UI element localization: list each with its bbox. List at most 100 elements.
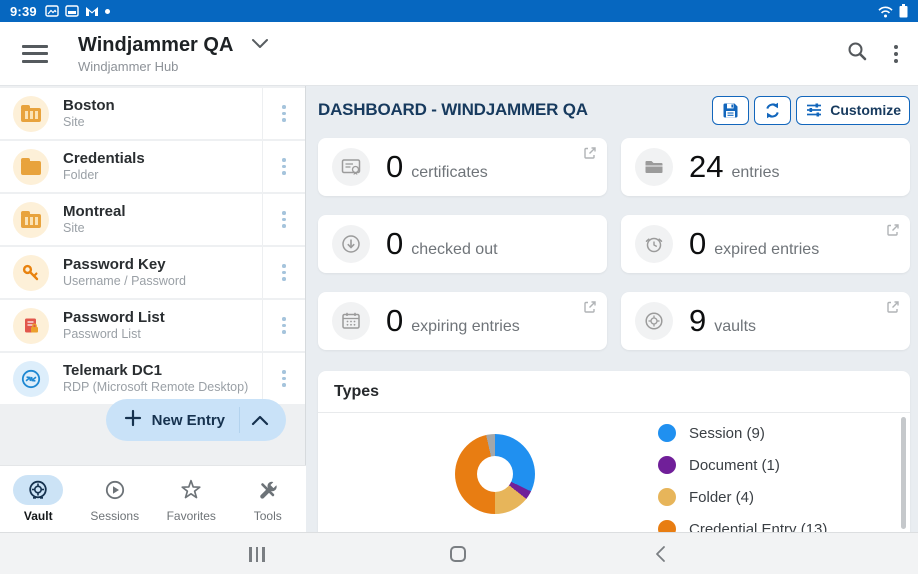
- dashboard-header: DASHBOARD - WINDJAMMER QA Customize: [318, 92, 910, 128]
- open-external-icon[interactable]: [886, 300, 900, 319]
- gmail-icon: [85, 5, 99, 17]
- legend-label: Credential Entry (13): [689, 520, 828, 533]
- entries-folder-icon: [635, 148, 673, 186]
- card-checked-out[interactable]: 0 checked out: [318, 215, 607, 273]
- legend-item[interactable]: Credential Entry (13): [658, 513, 827, 532]
- tab-label: Vault: [23, 509, 53, 523]
- entry-subtitle: Site: [63, 115, 85, 129]
- tab-favorites[interactable]: Favorites: [153, 466, 230, 532]
- clock: 9:39: [10, 3, 37, 19]
- menu-icon[interactable]: [22, 44, 48, 63]
- hub-subtitle: Windjammer Hub: [78, 58, 179, 74]
- entry-title: Password List: [63, 309, 165, 326]
- tab-label: Sessions: [90, 509, 140, 523]
- back-icon[interactable]: [630, 533, 690, 574]
- entry-title: Password Key: [63, 256, 166, 273]
- tab-label: Favorites: [166, 509, 216, 523]
- dashboard-title: DASHBOARD - WINDJAMMER QA: [318, 100, 588, 119]
- chart-title: Types: [334, 382, 380, 400]
- types-header: Types: [318, 371, 910, 413]
- entry-list: Boston Site Credentials Folder Montreal …: [0, 86, 305, 404]
- chevron-down-icon[interactable]: [251, 36, 269, 54]
- sim-icon: [65, 5, 79, 17]
- sidebar-item-password-key[interactable]: Password Key Username / Password: [0, 247, 305, 298]
- entry-title: Telemark DC1: [63, 362, 162, 379]
- favorites-tab-icon: [166, 475, 216, 505]
- customize-button[interactable]: Customize: [796, 95, 910, 125]
- new-entry-button[interactable]: New Entry: [105, 399, 286, 441]
- wifi-icon: [877, 5, 894, 18]
- legend-item[interactable]: Session (9): [658, 417, 827, 449]
- site-folder-icon: [13, 95, 49, 132]
- tab-sessions[interactable]: Sessions: [77, 466, 154, 532]
- item-overflow-menu[interactable]: [262, 247, 305, 298]
- notification-dot-icon: [104, 8, 110, 14]
- card-certificates[interactable]: 0 certificates: [318, 138, 607, 196]
- scrollbar[interactable]: [901, 417, 906, 529]
- card-expired-entries[interactable]: 0 expired entries: [621, 215, 910, 273]
- item-overflow-menu[interactable]: [262, 88, 305, 139]
- vault-icon: [635, 302, 673, 340]
- item-overflow-menu[interactable]: [262, 194, 305, 245]
- stat-label: checked out: [411, 241, 498, 258]
- certificate-icon: [332, 148, 370, 186]
- refresh-button[interactable]: [754, 95, 792, 125]
- card-vaults[interactable]: 9 vaults: [621, 292, 910, 350]
- stat-value: 0: [386, 303, 404, 338]
- sidebar-item-boston[interactable]: Boston Site: [0, 88, 305, 139]
- sessions-tab-icon: [90, 475, 140, 505]
- entry-subtitle: Folder: [63, 168, 99, 182]
- new-entry-label: New Entry: [151, 411, 225, 429]
- save-button[interactable]: [712, 95, 750, 125]
- item-overflow-menu[interactable]: [262, 300, 305, 351]
- alarm-icon: [635, 225, 673, 263]
- legend-dot: [658, 520, 676, 532]
- stat-label: entries: [731, 164, 780, 181]
- site-folder-icon: [13, 201, 49, 238]
- bottom-nav: Vault Sessions Favorites Tools: [0, 465, 306, 532]
- legend-label: Document (1): [689, 456, 780, 474]
- chevron-up-icon[interactable]: [240, 415, 280, 426]
- sidebar-item-telemark-dc1[interactable]: Telemark DC1 RDP (Microsoft Remote Deskt…: [0, 353, 305, 404]
- open-external-icon[interactable]: [583, 300, 597, 319]
- vault-title: Windjammer QA: [78, 33, 234, 56]
- screenshot-icon: [45, 5, 59, 17]
- stat-value: 0: [689, 226, 707, 261]
- sidebar-item-password-list[interactable]: Password List Password List: [0, 300, 305, 351]
- item-overflow-menu[interactable]: [262, 353, 305, 404]
- card-entries[interactable]: 24 entries: [621, 138, 910, 196]
- open-external-icon[interactable]: [583, 146, 597, 165]
- dashboard-panel: DASHBOARD - WINDJAMMER QA Customize 0 ce…: [306, 86, 918, 532]
- stat-cards: 0 certificates 24 entries 0 checked out …: [318, 138, 910, 350]
- search-icon[interactable]: [846, 40, 868, 67]
- legend-dot: [658, 456, 676, 474]
- stat-value: 9: [689, 303, 707, 338]
- legend-item[interactable]: Folder (4): [658, 481, 827, 513]
- card-expiring-entries[interactable]: 0 expiring entries: [318, 292, 607, 350]
- tab-tools[interactable]: Tools: [230, 466, 307, 532]
- item-overflow-menu[interactable]: [262, 141, 305, 192]
- check-out-icon: [332, 225, 370, 263]
- home-icon[interactable]: [428, 533, 488, 574]
- legend-dot: [658, 424, 676, 442]
- key-icon: [13, 254, 49, 291]
- types-donut-chart[interactable]: [455, 434, 535, 514]
- entry-title: Montreal: [63, 203, 126, 220]
- sidebar-item-credentials[interactable]: Credentials Folder: [0, 141, 305, 192]
- recents-icon[interactable]: [227, 533, 287, 574]
- sidebar-item-montreal[interactable]: Montreal Site: [0, 194, 305, 245]
- legend-item[interactable]: Document (1): [658, 449, 827, 481]
- types-card: Types Session (9) Document (1) Folder (4…: [318, 371, 910, 532]
- overflow-menu-icon[interactable]: [894, 44, 898, 63]
- legend-label: Session (9): [689, 424, 765, 442]
- tab-label: Tools: [253, 509, 282, 523]
- stat-label: expired entries: [714, 241, 820, 258]
- password-list-icon: [13, 307, 49, 344]
- tab-vault[interactable]: Vault: [0, 466, 77, 532]
- open-external-icon[interactable]: [886, 223, 900, 242]
- entry-subtitle: RDP (Microsoft Remote Desktop): [63, 380, 249, 394]
- entry-subtitle: Password List: [63, 327, 141, 341]
- battery-icon: [899, 4, 908, 18]
- app-header: Windjammer QA Windjammer Hub: [0, 22, 918, 86]
- rdp-icon: [13, 360, 49, 397]
